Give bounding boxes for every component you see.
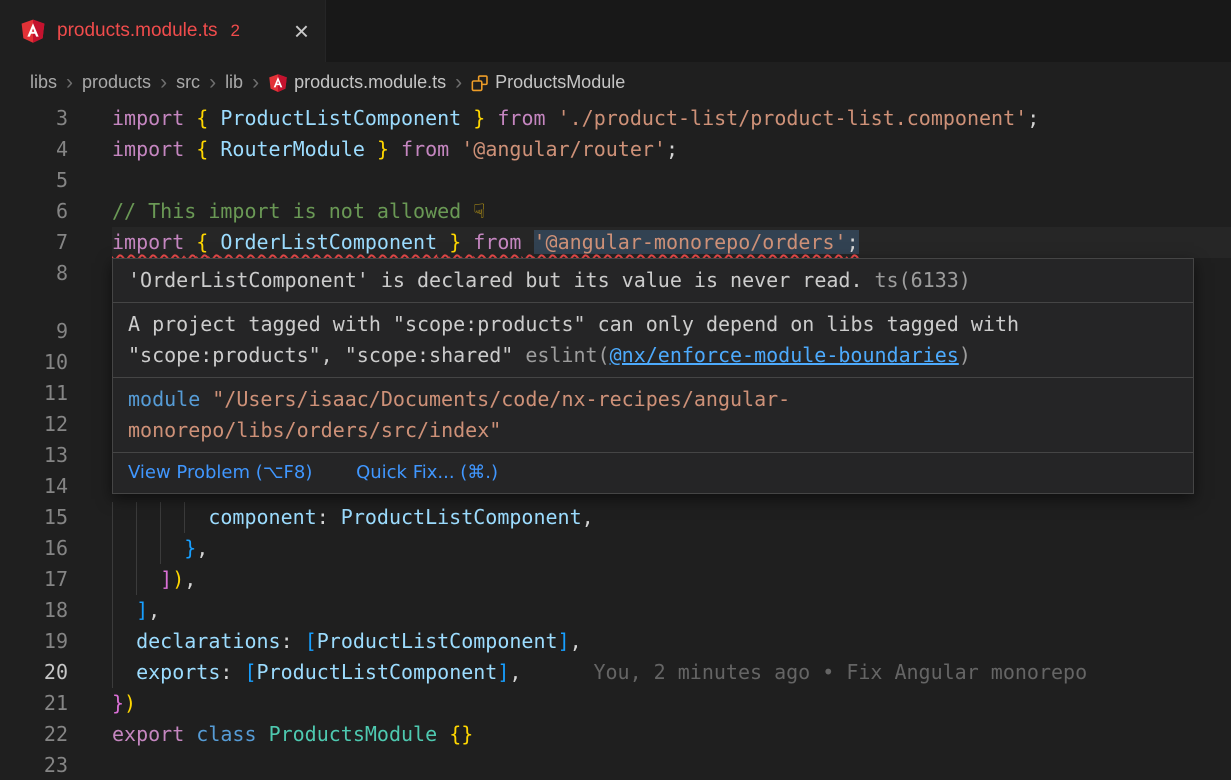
line-number[interactable]: 20 bbox=[0, 657, 68, 688]
line-number[interactable]: 7 bbox=[0, 227, 68, 258]
module-info: module "/Users/isaac/Documents/code/nx-re… bbox=[113, 377, 1193, 452]
line-number[interactable]: 6 bbox=[0, 196, 68, 227]
eslint-source-suffix: ) bbox=[959, 343, 971, 367]
line-number[interactable]: 12 bbox=[0, 409, 68, 440]
eslint-source-prefix: eslint( bbox=[525, 343, 609, 367]
code-editor[interactable]: 345678 91011121314151617181920212223 impo… bbox=[0, 103, 1231, 780]
chevron-right-icon: › bbox=[66, 71, 73, 95]
line-number[interactable]: 22 bbox=[0, 719, 68, 750]
code-line-22[interactable]: export class ProductsModule {} bbox=[112, 719, 1231, 750]
problems-badge: 2 bbox=[231, 21, 240, 41]
indent-guide bbox=[112, 657, 113, 688]
indent-guide bbox=[184, 502, 185, 533]
code-line-23[interactable] bbox=[112, 750, 1231, 780]
line-number[interactable]: 23 bbox=[0, 750, 68, 780]
code-line-18[interactable]: ], bbox=[112, 595, 1231, 626]
hover-actions: View Problem (⌥F8) Quick Fix... (⌘.) bbox=[113, 452, 1193, 493]
eslint-rule-link[interactable]: @nx/enforce-module-boundaries bbox=[610, 343, 959, 367]
quick-fix-action[interactable]: Quick Fix... (⌘.) bbox=[356, 462, 498, 483]
indent-guide bbox=[112, 595, 113, 626]
indent-guide bbox=[136, 564, 137, 595]
code-line-4[interactable]: import { RouterModule } from '@angular/r… bbox=[112, 134, 1231, 165]
chevron-right-icon: › bbox=[455, 71, 462, 95]
line-number[interactable]: 15 bbox=[0, 502, 68, 533]
close-icon[interactable]: × bbox=[294, 18, 309, 44]
indent-guide bbox=[136, 533, 137, 564]
indent-guide bbox=[160, 502, 161, 533]
hover-tooltip: 'OrderListComponent' is declared but its… bbox=[112, 258, 1194, 494]
module-path-line2: monorepo/libs/orders/src/index" bbox=[128, 418, 501, 442]
line-number[interactable]: 21 bbox=[0, 688, 68, 719]
diagnostic-eslint-line1: A project tagged with "scope:products" c… bbox=[128, 312, 1019, 336]
module-keyword: module bbox=[128, 387, 200, 411]
line-number[interactable]: 10 bbox=[0, 347, 68, 378]
line-number[interactable]: 3 bbox=[0, 103, 68, 134]
diagnostic-eslint: A project tagged with "scope:products" c… bbox=[113, 302, 1193, 377]
breadcrumb-item-lib[interactable]: lib bbox=[225, 72, 243, 93]
code-line-15[interactable]: component: ProductListComponent, bbox=[112, 502, 1231, 533]
breadcrumb-item-productsmodule[interactable]: ProductsModule bbox=[471, 72, 625, 93]
angular-icon bbox=[20, 18, 46, 44]
indent-guide bbox=[112, 626, 113, 657]
tab-bar: products.module.ts 2 × bbox=[0, 0, 1231, 62]
code-line-5[interactable] bbox=[112, 165, 1231, 196]
indent-guide bbox=[112, 502, 113, 533]
line-number[interactable]: 9 bbox=[0, 316, 68, 347]
code-line-3[interactable]: import { ProductListComponent } from './… bbox=[112, 103, 1231, 134]
class-icon bbox=[471, 74, 489, 92]
diagnostic-ts: 'OrderListComponent' is declared but its… bbox=[113, 259, 1193, 302]
diagnostic-ts-source: ts(6133) bbox=[875, 268, 971, 292]
code-line-21[interactable]: }) bbox=[112, 688, 1231, 719]
chevron-right-icon: › bbox=[252, 71, 259, 95]
breadcrumb-item-products-module-ts[interactable]: products.module.ts bbox=[268, 72, 446, 93]
indent-guide bbox=[112, 533, 113, 564]
line-number[interactable]: 8 bbox=[0, 258, 68, 289]
chevron-right-icon: › bbox=[209, 71, 216, 95]
view-problem-action[interactable]: View Problem (⌥F8) bbox=[128, 462, 312, 483]
module-path-line1: "/Users/isaac/Documents/code/nx-recipes/… bbox=[212, 387, 790, 411]
diagnostic-ts-message: 'OrderListComponent' is declared but its… bbox=[128, 268, 863, 292]
indent-guide bbox=[112, 564, 113, 595]
tab-products-module[interactable]: products.module.ts 2 × bbox=[0, 0, 326, 62]
breadcrumb-item-products[interactable]: products bbox=[82, 72, 151, 93]
breadcrumb: libs › products › src › lib › products.module.ts… bbox=[0, 62, 1231, 103]
line-number[interactable]: 13 bbox=[0, 440, 68, 471]
line-number[interactable]: 4 bbox=[0, 134, 68, 165]
diagnostic-eslint-line2: "scope:products", "scope:shared" bbox=[128, 343, 513, 367]
indent-guide bbox=[160, 533, 161, 564]
code-line-17[interactable]: ]), bbox=[112, 564, 1231, 595]
line-number[interactable]: 5 bbox=[0, 165, 68, 196]
indent-guide bbox=[136, 502, 137, 533]
angular-icon bbox=[268, 73, 288, 93]
code-line-19[interactable]: declarations: [ProductListComponent], bbox=[112, 626, 1231, 657]
line-number[interactable]: 16 bbox=[0, 533, 68, 564]
breadcrumb-item-libs[interactable]: libs bbox=[30, 72, 57, 93]
code-line-20[interactable]: exports: [ProductListComponent],You, 2 m… bbox=[112, 657, 1231, 688]
code-line-16[interactable]: }, bbox=[112, 533, 1231, 564]
code-line-7[interactable]: import { OrderListComponent } from '@ang… bbox=[112, 227, 1231, 258]
line-number[interactable]: 18 bbox=[0, 595, 68, 626]
chevron-right-icon: › bbox=[160, 71, 167, 95]
breadcrumb-item-src[interactable]: src bbox=[176, 72, 200, 93]
line-number[interactable]: 14 bbox=[0, 471, 68, 502]
line-number[interactable]: 19 bbox=[0, 626, 68, 657]
line-number[interactable]: 11 bbox=[0, 378, 68, 409]
line-number[interactable]: 17 bbox=[0, 564, 68, 595]
code-line-6[interactable]: // This import is not allowed ☟ bbox=[112, 196, 1231, 227]
tab-title: products.module.ts bbox=[57, 20, 218, 42]
